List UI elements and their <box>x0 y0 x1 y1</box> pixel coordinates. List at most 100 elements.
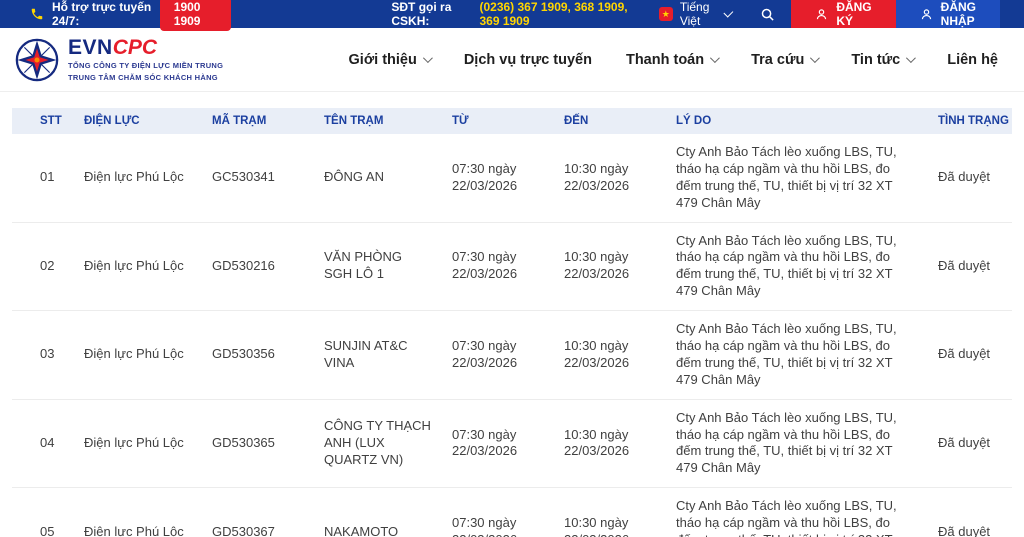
search-button[interactable] <box>744 0 791 28</box>
col-header-ma-tram: MÃ TRẠM <box>202 108 314 134</box>
cell-ma-tram: GD530356 <box>202 310 314 400</box>
cell-dien-luc: Điện lực Phú Lộc <box>74 134 202 223</box>
support-label: Hỗ trợ trực tuyến 24/7: <box>52 0 152 28</box>
cell-ma-tram: GD530367 <box>202 487 314 537</box>
cell-tu: 07:30 ngày 22/03/2026 <box>442 222 554 312</box>
main-nav: Giới thiệu Dịch vụ trực tuyến Thanh toán… <box>349 52 1010 68</box>
nav-item-3[interactable]: Tra cứu <box>751 51 821 68</box>
cell-dien-luc: Điện lực Phú Lộc <box>74 222 202 312</box>
cell-ma-tram: GD530216 <box>202 222 314 312</box>
cell-ten-tram: CÔNG TY THẠCH ANH (LUX QUARTZ VN) <box>314 399 442 489</box>
brand-line1: TỔNG CÔNG TY ĐIỆN LỰC MIỀN TRUNG <box>68 61 224 71</box>
nav-item-label: Tin tức <box>851 51 901 68</box>
user-icon <box>815 8 828 21</box>
cell-den: 10:30 ngày 22/03/2026 <box>554 134 666 223</box>
table-row: 05 Điện lực Phú Lộc GD530367 NAKAMOTO 07… <box>12 487 1012 537</box>
cell-ly-do: Cty Anh Bảo Tách lèo xuống LBS, TU, tháo… <box>666 487 918 537</box>
topbar: Hỗ trợ trực tuyến 24/7: 1900 1909 SĐT gọ… <box>0 0 1024 31</box>
search-icon <box>760 7 775 22</box>
table-row: 04 Điện lực Phú Lộc GD530365 CÔNG TY THẠ… <box>12 399 1012 489</box>
phone-icon <box>30 7 44 21</box>
table-header-row: STT ĐIỆN LỰC MÃ TRẠM TÊN TRẠM TỪ ĐẾN LÝ … <box>12 108 1012 134</box>
cell-dien-luc: Điện lực Phú Lộc <box>74 487 202 537</box>
cell-tu: 07:30 ngày 22/03/2026 <box>442 487 554 537</box>
table-body: 01 Điện lực Phú Lộc GC530341 ĐÔNG AN 07:… <box>12 134 1012 537</box>
col-header-ten-tram: TÊN TRẠM <box>314 108 442 134</box>
nav-item-label: Tra cứu <box>751 51 805 68</box>
nav-item-label: Liên hệ <box>947 51 998 68</box>
outage-table: STT ĐIỆN LỰC MÃ TRẠM TÊN TRẠM TỪ ĐẾN LÝ … <box>12 108 1012 537</box>
chevron-down-icon <box>906 53 917 64</box>
col-header-stt: STT <box>12 108 74 134</box>
brand-line2: TRUNG TÂM CHĂM SÓC KHÁCH HÀNG <box>68 72 218 82</box>
nav-item-4[interactable]: Tin tức <box>851 51 917 68</box>
cell-ten-tram: NAKAMOTO <box>314 487 442 537</box>
register-label: ĐĂNG KÝ <box>836 0 872 28</box>
cskh-label: SĐT gọi ra CSKH: <box>391 0 452 28</box>
cell-ten-tram: SUNJIN AT&C VINA <box>314 310 442 400</box>
brand-logo[interactable]: EVN CPC TỔNG CÔNG TY ĐIỆN LỰC MIỀN TRUNG … <box>14 36 223 83</box>
cell-stt: 02 <box>12 222 74 312</box>
evncpc-star-icon <box>14 37 60 83</box>
cell-ly-do: Cty Anh Bảo Tách lèo xuống LBS, TU, tháo… <box>666 399 918 489</box>
cell-tu: 07:30 ngày 22/03/2026 <box>442 310 554 400</box>
cell-dien-luc: Điện lực Phú Lộc <box>74 399 202 489</box>
support-group: Hỗ trợ trực tuyến 24/7: 1900 1909 <box>0 0 232 31</box>
cell-stt: 05 <box>12 487 74 537</box>
cell-ma-tram: GD530365 <box>202 399 314 489</box>
col-header-den: ĐẾN <box>554 108 666 134</box>
cell-ly-do: Cty Anh Bảo Tách lèo xuống LBS, TU, tháo… <box>666 222 918 312</box>
cskh-numbers: (0236) 367 1909, 368 1909, 369 1909 <box>479 0 628 28</box>
outage-table-section: STT ĐIỆN LỰC MÃ TRẠM TÊN TRẠM TỪ ĐẾN LÝ … <box>0 92 1024 537</box>
nav-item-2[interactable]: Thanh toán <box>625 51 720 68</box>
cell-tu: 07:30 ngày 22/03/2026 <box>442 399 554 489</box>
cell-ly-do: Cty Anh Bảo Tách lèo xuống LBS, TU, tháo… <box>666 310 918 400</box>
table-row: 02 Điện lực Phú Lộc GD530216 VĂN PHÒNG S… <box>12 222 1012 312</box>
cell-ten-tram: ĐÔNG AN <box>314 134 442 223</box>
login-button[interactable]: ĐĂNG NHẬP <box>895 0 1000 28</box>
language-label: Tiếng Việt <box>679 0 710 28</box>
nav-item-label: Dịch vụ trực tuyến <box>463 51 592 68</box>
cell-stt: 03 <box>12 310 74 400</box>
login-label: ĐĂNG NHẬP <box>940 0 976 28</box>
cell-tinh-trang: Đã duyệt <box>918 310 1012 400</box>
table-row: 03 Điện lực Phú Lộc GD530356 SUNJIN AT&C… <box>12 310 1012 400</box>
col-header-tu: TỪ <box>442 108 554 134</box>
cell-den: 10:30 ngày 22/03/2026 <box>554 310 666 400</box>
cell-ma-tram: GC530341 <box>202 134 314 223</box>
nav-item-0[interactable]: Giới thiệu <box>348 51 433 68</box>
cell-tu: 07:30 ngày 22/03/2026 <box>442 134 554 223</box>
cell-den: 10:30 ngày 22/03/2026 <box>554 487 666 537</box>
cell-den: 10:30 ngày 22/03/2026 <box>554 222 666 312</box>
chevron-down-icon <box>723 7 734 18</box>
site-header: EVN CPC TỔNG CÔNG TY ĐIỆN LỰC MIỀN TRUNG … <box>0 28 1024 92</box>
cell-tinh-trang: Đã duyệt <box>918 487 1012 537</box>
cell-stt: 01 <box>12 134 74 223</box>
cell-ten-tram: VĂN PHÒNG SGH LÔ 1 <box>314 222 442 312</box>
cell-den: 10:30 ngày 22/03/2026 <box>554 399 666 489</box>
cell-tinh-trang: Đã duyệt <box>918 399 1012 489</box>
register-button[interactable]: ĐĂNG KÝ <box>791 0 896 28</box>
brand-evn: EVN <box>68 36 113 60</box>
col-header-dien-luc: ĐIỆN LỰC <box>74 108 202 134</box>
cell-dien-luc: Điện lực Phú Lộc <box>74 310 202 400</box>
cell-tinh-trang: Đã duyệt <box>918 222 1012 312</box>
col-header-tinh-trang: TÌNH TRẠNG <box>918 108 1012 134</box>
brand-cpc: CPC <box>112 36 158 60</box>
cell-tinh-trang: Đã duyệt <box>918 134 1012 223</box>
hotline-badge[interactable]: 1900 1909 <box>159 0 232 31</box>
language-switcher[interactable]: ★ Tiếng Việt <box>645 0 745 28</box>
cell-stt: 04 <box>12 399 74 489</box>
nav-item-5[interactable]: Liên hệ <box>947 52 998 68</box>
table-row: 01 Điện lực Phú Lộc GC530341 ĐÔNG AN 07:… <box>12 134 1012 223</box>
chevron-down-icon <box>710 53 720 64</box>
nav-item-1[interactable]: Dịch vụ trực tuyến <box>464 52 592 68</box>
nav-item-label: Thanh toán <box>625 51 705 68</box>
col-header-ly-do: LÝ DO <box>666 108 918 134</box>
chevron-down-icon <box>422 53 433 64</box>
chevron-down-icon <box>810 53 821 64</box>
cskh-group: SĐT gọi ra CSKH: (0236) 367 1909, 368 19… <box>391 0 644 28</box>
user-icon <box>920 8 933 21</box>
vietnam-flag-icon: ★ <box>658 7 673 21</box>
nav-item-label: Giới thiệu <box>348 51 417 68</box>
